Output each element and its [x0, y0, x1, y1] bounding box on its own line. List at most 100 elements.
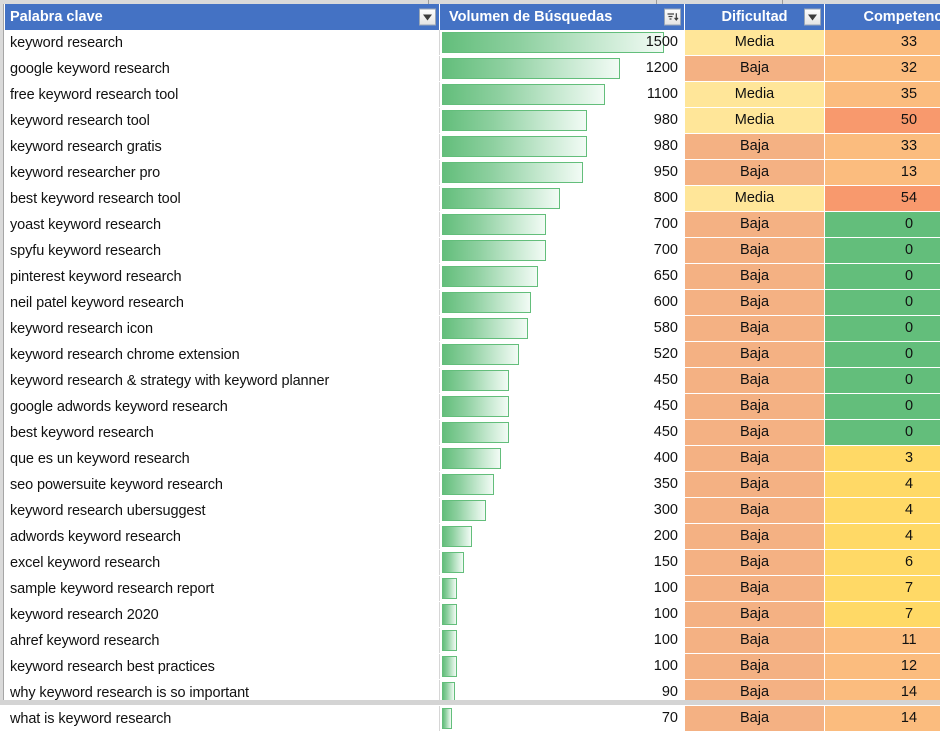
cell-difficulty[interactable]: Baja — [685, 654, 825, 680]
table-row[interactable]: free keyword research tool1100Media35 — [5, 82, 940, 108]
cell-keyword[interactable]: free keyword research tool — [5, 82, 440, 108]
cell-keyword[interactable]: keyword research best practices — [5, 654, 440, 680]
cell-volume[interactable]: 450 — [440, 420, 685, 446]
cell-volume[interactable]: 580 — [440, 316, 685, 342]
cell-competition[interactable]: 0 — [825, 264, 940, 290]
cell-competition[interactable]: 0 — [825, 212, 940, 238]
cell-difficulty[interactable]: Baja — [685, 472, 825, 498]
cell-difficulty[interactable]: Baja — [685, 212, 825, 238]
cell-keyword[interactable]: keyword research 2020 — [5, 602, 440, 628]
table-row[interactable]: keyword research tool980Media50 — [5, 108, 940, 134]
cell-competition[interactable]: 33 — [825, 134, 940, 160]
cell-volume[interactable]: 100 — [440, 628, 685, 654]
cell-difficulty[interactable]: Baja — [685, 134, 825, 160]
cell-volume[interactable]: 650 — [440, 264, 685, 290]
cell-competition[interactable]: 32 — [825, 56, 940, 82]
cell-competition[interactable]: 4 — [825, 472, 940, 498]
table-row[interactable]: keyword research & strategy with keyword… — [5, 368, 940, 394]
cell-difficulty[interactable]: Baja — [685, 368, 825, 394]
cell-keyword[interactable]: yoast keyword research — [5, 212, 440, 238]
cell-volume[interactable]: 70 — [440, 706, 685, 732]
cell-volume[interactable]: 980 — [440, 108, 685, 134]
cell-keyword[interactable]: keyword research tool — [5, 108, 440, 134]
cell-volume[interactable]: 450 — [440, 394, 685, 420]
cell-volume[interactable]: 1500 — [440, 30, 685, 56]
cell-competition[interactable]: 13 — [825, 160, 940, 186]
cell-competition[interactable]: 54 — [825, 186, 940, 212]
cell-competition[interactable]: 0 — [825, 342, 940, 368]
table-row[interactable]: best keyword research450Baja0 — [5, 420, 940, 446]
column-header-competition[interactable]: Competencia — [825, 4, 940, 30]
cell-difficulty[interactable]: Baja — [685, 602, 825, 628]
cell-volume[interactable]: 200 — [440, 524, 685, 550]
cell-keyword[interactable]: keyword research & strategy with keyword… — [5, 368, 440, 394]
cell-competition[interactable]: 6 — [825, 550, 940, 576]
cell-keyword[interactable]: pinterest keyword research — [5, 264, 440, 290]
cell-difficulty[interactable]: Baja — [685, 706, 825, 732]
table-row[interactable]: google keyword research1200Baja32 — [5, 56, 940, 82]
cell-difficulty[interactable]: Baja — [685, 238, 825, 264]
column-header-difficulty[interactable]: Dificultad — [685, 4, 825, 30]
cell-volume[interactable]: 950 — [440, 160, 685, 186]
table-row[interactable]: seo powersuite keyword research350Baja4 — [5, 472, 940, 498]
column-header-keyword[interactable]: Palabra clave — [5, 4, 440, 30]
cell-keyword[interactable]: que es un keyword research — [5, 446, 440, 472]
cell-volume[interactable]: 600 — [440, 290, 685, 316]
cell-competition[interactable]: 7 — [825, 576, 940, 602]
cell-keyword[interactable]: what is keyword research — [5, 706, 440, 732]
cell-competition[interactable]: 14 — [825, 706, 940, 732]
cell-volume[interactable]: 300 — [440, 498, 685, 524]
cell-competition[interactable]: 0 — [825, 316, 940, 342]
cell-competition[interactable]: 0 — [825, 420, 940, 446]
cell-volume[interactable]: 700 — [440, 238, 685, 264]
table-row[interactable]: what is keyword research70Baja14 — [5, 706, 940, 732]
cell-competition[interactable]: 0 — [825, 290, 940, 316]
table-row[interactable]: keyword researcher pro950Baja13 — [5, 160, 940, 186]
cell-competition[interactable]: 0 — [825, 368, 940, 394]
cell-keyword[interactable]: best keyword research tool — [5, 186, 440, 212]
cell-keyword[interactable]: keyword researcher pro — [5, 160, 440, 186]
cell-difficulty[interactable]: Baja — [685, 524, 825, 550]
cell-difficulty[interactable]: Baja — [685, 160, 825, 186]
cell-volume[interactable]: 1100 — [440, 82, 685, 108]
cell-volume[interactable]: 520 — [440, 342, 685, 368]
cell-keyword[interactable]: neil patel keyword research — [5, 290, 440, 316]
cell-difficulty[interactable]: Media — [685, 82, 825, 108]
table-row[interactable]: sample keyword research report100Baja7 — [5, 576, 940, 602]
cell-difficulty[interactable]: Baja — [685, 394, 825, 420]
cell-competition[interactable]: 4 — [825, 498, 940, 524]
cell-volume[interactable]: 1200 — [440, 56, 685, 82]
cell-keyword[interactable]: spyfu keyword research — [5, 238, 440, 264]
table-row[interactable]: pinterest keyword research650Baja0 — [5, 264, 940, 290]
cell-difficulty[interactable]: Baja — [685, 264, 825, 290]
cell-keyword[interactable]: keyword research icon — [5, 316, 440, 342]
table-row[interactable]: keyword research 2020100Baja7 — [5, 602, 940, 628]
cell-keyword[interactable]: best keyword research — [5, 420, 440, 446]
cell-volume[interactable]: 150 — [440, 550, 685, 576]
cell-keyword[interactable]: keyword research — [5, 30, 440, 56]
cell-competition[interactable]: 7 — [825, 602, 940, 628]
cell-difficulty[interactable]: Media — [685, 186, 825, 212]
cell-difficulty[interactable]: Baja — [685, 316, 825, 342]
table-row[interactable]: keyword research gratis980Baja33 — [5, 134, 940, 160]
cell-volume[interactable]: 100 — [440, 602, 685, 628]
cell-keyword[interactable]: ahref keyword research — [5, 628, 440, 654]
cell-difficulty[interactable]: Baja — [685, 56, 825, 82]
cell-keyword[interactable]: keyword research ubersuggest — [5, 498, 440, 524]
sort-descending-icon-volume[interactable] — [664, 9, 681, 26]
cell-difficulty[interactable]: Media — [685, 30, 825, 56]
cell-keyword[interactable]: excel keyword research — [5, 550, 440, 576]
cell-volume[interactable]: 800 — [440, 186, 685, 212]
cell-volume[interactable]: 400 — [440, 446, 685, 472]
table-row[interactable]: keyword research icon580Baja0 — [5, 316, 940, 342]
cell-difficulty[interactable]: Baja — [685, 628, 825, 654]
cell-competition[interactable]: 3 — [825, 446, 940, 472]
cell-volume[interactable]: 980 — [440, 134, 685, 160]
cell-keyword[interactable]: keyword research chrome extension — [5, 342, 440, 368]
cell-competition[interactable]: 12 — [825, 654, 940, 680]
cell-volume[interactable]: 450 — [440, 368, 685, 394]
cell-difficulty[interactable]: Media — [685, 108, 825, 134]
cell-competition[interactable]: 0 — [825, 238, 940, 264]
cell-difficulty[interactable]: Baja — [685, 342, 825, 368]
cell-difficulty[interactable]: Baja — [685, 446, 825, 472]
